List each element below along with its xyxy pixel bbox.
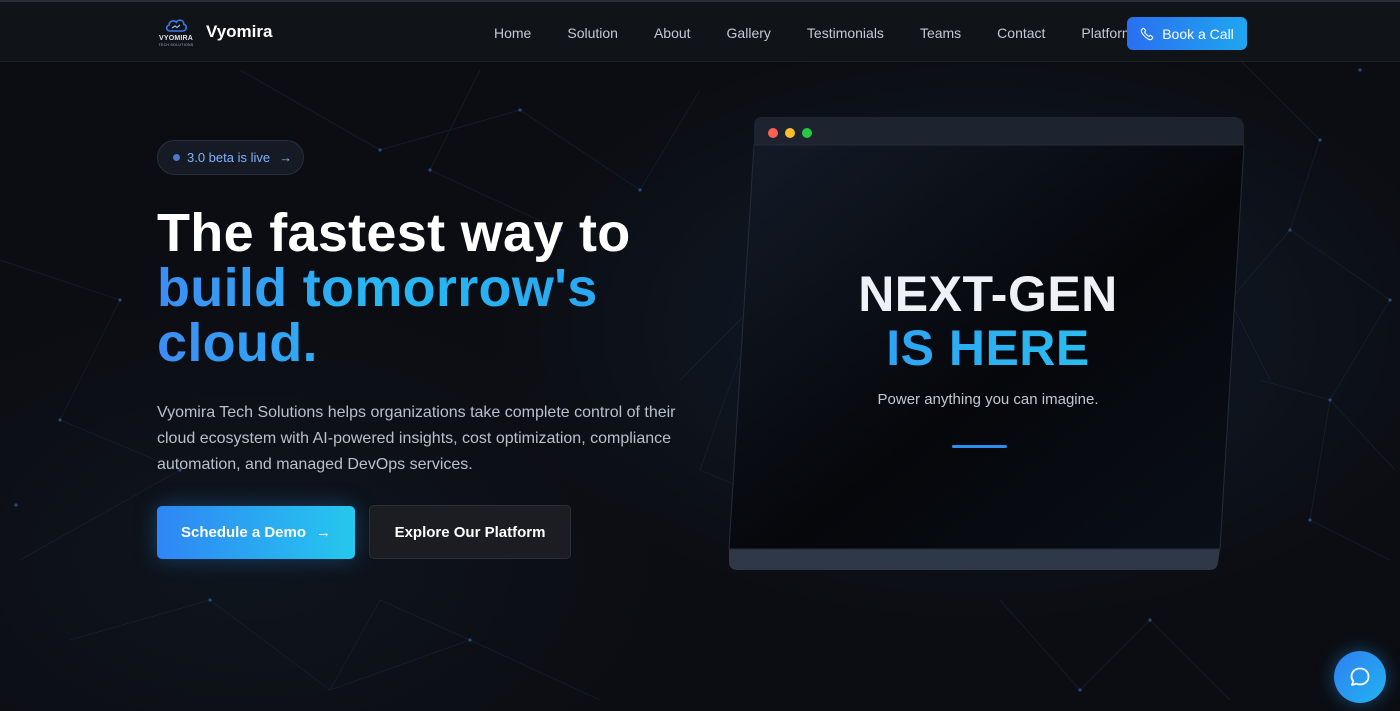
hero-description: Vyomira Tech Solutions helps organizatio…: [157, 404, 676, 473]
cloud-logo-icon: [165, 19, 187, 32]
top-navbar: VYOMIRA TECH SOLUTIONS Vyomira Home Solu…: [0, 0, 1400, 62]
nav-link-contact[interactable]: Contact: [997, 25, 1045, 41]
arrow-right-icon: →: [316, 524, 332, 541]
window-maximize-dot: [802, 128, 812, 138]
book-a-call-label: Book a Call: [1162, 25, 1234, 42]
browser-mockup: NEXT-GEN IS HERE Power anything you can …: [728, 117, 1245, 572]
explore-platform-label: Explore Our Platform: [394, 523, 546, 541]
nav-links: Home Solution About Gallery Testimonials…: [494, 2, 1134, 64]
nav-link-teams[interactable]: Teams: [920, 25, 961, 41]
release-badge[interactable]: 3.0 beta is live →: [157, 140, 304, 175]
explore-platform-button[interactable]: Explore Our Platform: [369, 505, 571, 559]
window-minimize-dot: [785, 128, 795, 138]
nav-link-about[interactable]: About: [654, 25, 691, 41]
headline-line-2: build tomorrow's: [157, 261, 717, 316]
brand-logo: VYOMIRA TECH SOLUTIONS: [156, 15, 196, 49]
brand-home-link[interactable]: VYOMIRA TECH SOLUTIONS Vyomira: [156, 15, 272, 49]
screen-title-line-1: NEXT-GEN: [858, 266, 1118, 322]
headline-line-1: The fastest way to: [157, 203, 631, 263]
nav-link-testimonials[interactable]: Testimonials: [807, 25, 884, 41]
chat-widget-button[interactable]: [1334, 651, 1386, 703]
brand-name: Vyomira: [206, 22, 273, 41]
screen-accent-bar: [952, 445, 1007, 448]
schedule-demo-button[interactable]: Schedule a Demo →: [157, 506, 355, 559]
chat-bubble-icon: [1350, 667, 1370, 686]
nav-link-home[interactable]: Home: [494, 25, 531, 41]
logo-tagline: TECH SOLUTIONS: [158, 43, 194, 47]
schedule-demo-label: Schedule a Demo: [180, 524, 307, 541]
nav-link-platform[interactable]: Platform: [1081, 25, 1133, 41]
screen-title-line-2: IS HERE: [828, 321, 1148, 375]
book-a-call-button[interactable]: Book a Call: [1127, 17, 1247, 50]
screen-content: NEXT-GEN IS HERE Power anything you can …: [828, 267, 1148, 408]
phone-icon: [1141, 27, 1154, 40]
headline-line-3: cloud.: [157, 316, 717, 371]
nav-link-solution[interactable]: Solution: [567, 25, 618, 41]
hero-headline: The fastest way to build tomorrow's clou…: [157, 206, 717, 371]
release-badge-label: 3.0 beta is live: [187, 150, 271, 165]
nav-link-gallery[interactable]: Gallery: [727, 25, 771, 41]
status-dot: [173, 154, 180, 161]
arrow-right-icon: →: [279, 150, 293, 165]
logo-wordmark: VYOMIRA: [158, 35, 194, 42]
screen-subtitle: Power anything you can imagine.: [877, 391, 1099, 408]
window-close-dot: [768, 128, 778, 138]
